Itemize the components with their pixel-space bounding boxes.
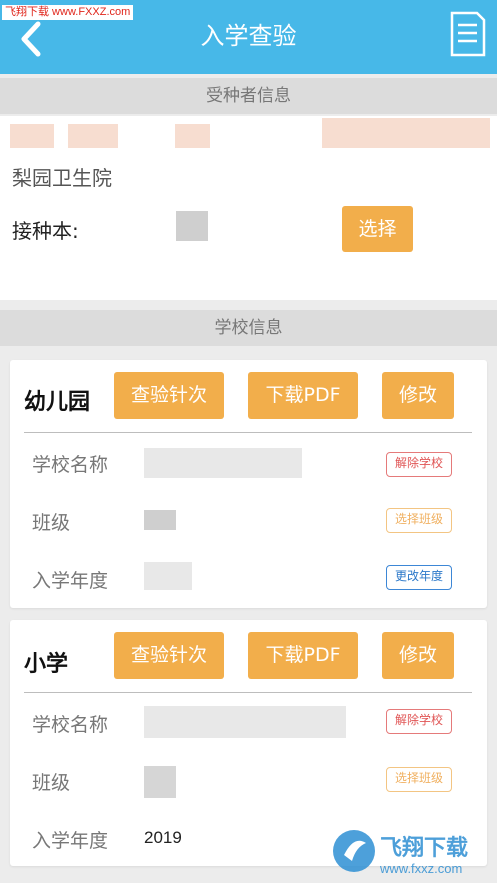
class-label: 班级 <box>32 772 71 794</box>
recipient-section-title: 受种者信息 <box>0 78 497 114</box>
check-doses-button[interactable]: 查验针次 <box>114 632 224 679</box>
enrollment-year-label: 入学年度 <box>32 830 109 852</box>
remove-school-button[interactable]: 解除学校 <box>386 709 452 734</box>
blurred-class <box>144 766 176 798</box>
blurred-age <box>175 124 210 148</box>
select-class-button[interactable]: 选择班级 <box>386 767 452 792</box>
hospital-name: 梨园卫生院 <box>12 166 112 190</box>
logo-url-text: www.fxxz.com <box>379 861 462 876</box>
vaccine-book-label: 接种本: <box>12 219 79 243</box>
modify-button[interactable]: 修改 <box>382 632 454 679</box>
blurred-school-name <box>144 448 302 478</box>
divider <box>24 432 472 433</box>
card-title: 幼儿园 <box>24 390 91 415</box>
blurred-name <box>10 124 54 148</box>
school-name-label: 学校名称 <box>32 454 109 476</box>
class-label: 班级 <box>32 512 71 534</box>
check-doses-button[interactable]: 查验针次 <box>114 372 224 419</box>
enrollment-year-label: 入学年度 <box>32 570 109 592</box>
fxxz-logo-watermark: 飞翔下载 www.fxxz.com <box>332 825 492 880</box>
watermark-text: 飞翔下载 www.FXXZ.com <box>2 5 134 20</box>
blurred-year <box>144 562 192 590</box>
select-class-button[interactable]: 选择班级 <box>386 508 452 533</box>
card-title: 小学 <box>24 652 69 677</box>
divider <box>24 692 472 693</box>
enrollment-year-value: 2019 <box>144 828 182 847</box>
logo-main-text: 飞翔下载 <box>380 835 468 861</box>
change-year-button[interactable]: 更改年度 <box>386 565 452 590</box>
document-list-icon[interactable] <box>449 10 487 58</box>
modify-button[interactable]: 修改 <box>382 372 454 419</box>
page-title: 入学查验 <box>200 22 297 50</box>
blurred-class <box>144 510 176 530</box>
school-name-label: 学校名称 <box>32 714 109 736</box>
blurred-gender <box>68 124 118 148</box>
download-pdf-button[interactable]: 下载PDF <box>248 372 358 419</box>
download-pdf-button[interactable]: 下载PDF <box>248 632 358 679</box>
blurred-vaccine-book <box>176 211 208 241</box>
kindergarten-card: 幼儿园 查验针次 下载PDF 修改 学校名称 解除学校 班级 选择班级 入学年度… <box>10 360 487 608</box>
select-button[interactable]: 选择 <box>342 206 413 252</box>
school-section-title: 学校信息 <box>0 310 497 346</box>
blurred-school-name <box>144 706 346 738</box>
blurred-birthdate <box>322 118 490 148</box>
remove-school-button[interactable]: 解除学校 <box>386 452 452 477</box>
